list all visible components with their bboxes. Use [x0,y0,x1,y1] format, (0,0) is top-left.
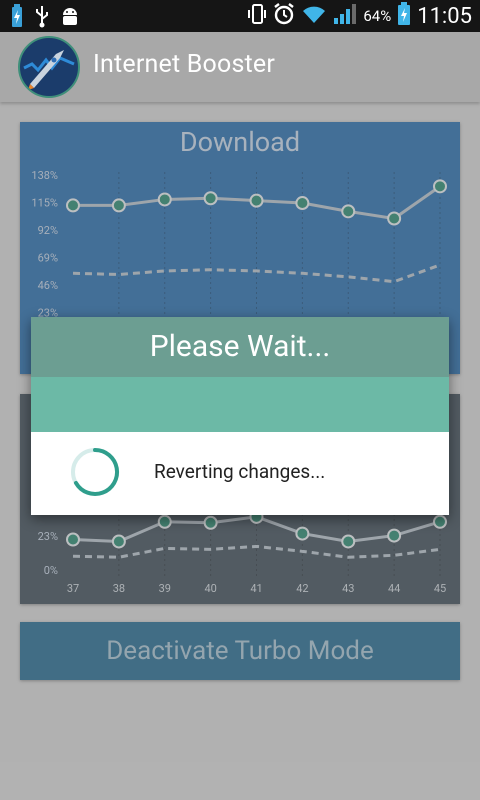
dialog-band [31,377,449,432]
y-tick-label: 92% [38,224,58,237]
data-point [295,526,310,541]
alarm-icon [273,2,295,30]
y-tick-label: 138% [31,169,58,182]
battery-icon [397,2,411,30]
data-point [341,204,356,219]
dialog-body: Reverting changes... [31,432,449,515]
x-tick-label: 37 [67,582,79,595]
signal-icon [333,3,357,29]
y-tick-label: 23% [38,530,58,543]
x-tick-label: 43 [342,582,354,595]
usb-icon [34,4,50,32]
x-tick-label: 42 [296,582,308,595]
x-tick-label: 38 [113,582,125,595]
android-debug-icon [60,4,80,32]
data-point [249,193,264,208]
app-title: Internet Booster [93,50,276,79]
vibrate-icon [247,2,267,30]
action-bar: Internet Booster [0,32,480,102]
x-tick-label: 39 [159,582,171,595]
status-bar: 64% 11:05 [0,0,480,32]
data-point [66,198,80,213]
x-tick-label: 40 [204,582,216,595]
rocket-icon[interactable] [18,36,80,98]
data-point [295,196,310,211]
data-point [203,191,218,206]
y-tick-label: 0% [44,564,58,577]
loading-spinner-icon [71,447,120,496]
y-tick-label: 69% [38,252,58,265]
dialog-title: Please Wait... [31,317,449,377]
clock: 11:05 [417,3,472,29]
data-point [433,514,447,529]
x-tick-label: 45 [434,582,446,595]
x-tick-label: 41 [250,582,262,595]
data-point [387,528,402,543]
y-tick-label: 115% [31,197,58,210]
data-point [111,198,126,213]
x-tick-label: 44 [388,582,400,595]
data-point [433,179,447,194]
dialog-message: Reverting changes... [154,460,326,483]
data-point [157,192,172,207]
y-tick-label: 46% [38,279,58,292]
data-point [387,211,402,226]
data-point [203,515,218,530]
data-point [111,534,126,549]
battery-percent: 64% [363,7,392,25]
data-point [157,514,172,529]
deactivate-turbo-button[interactable]: Deactivate Turbo Mode [20,622,460,680]
data-point [66,532,80,547]
progress-dialog: Please Wait... Reverting changes... [31,317,449,515]
data-point [341,534,356,549]
wifi-icon [301,3,327,29]
battery-charging-icon [10,4,24,32]
